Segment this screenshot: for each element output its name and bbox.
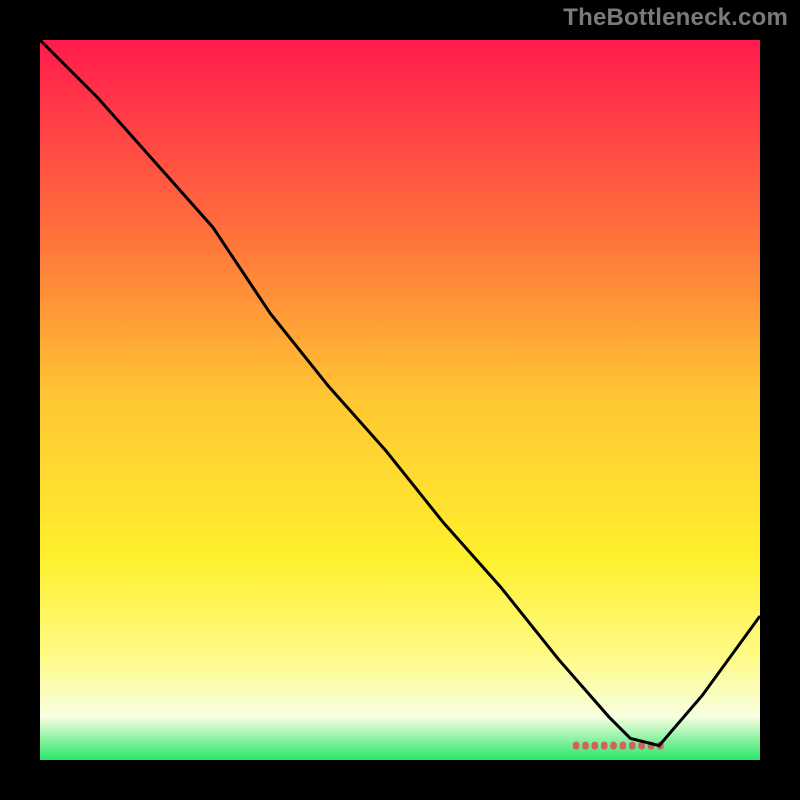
chart-container: TheBottleneck.com [0,0,800,800]
plot-area [40,40,760,760]
watermark-text: TheBottleneck.com [563,4,788,32]
chart-svg [40,40,760,760]
gradient-background [40,40,760,760]
